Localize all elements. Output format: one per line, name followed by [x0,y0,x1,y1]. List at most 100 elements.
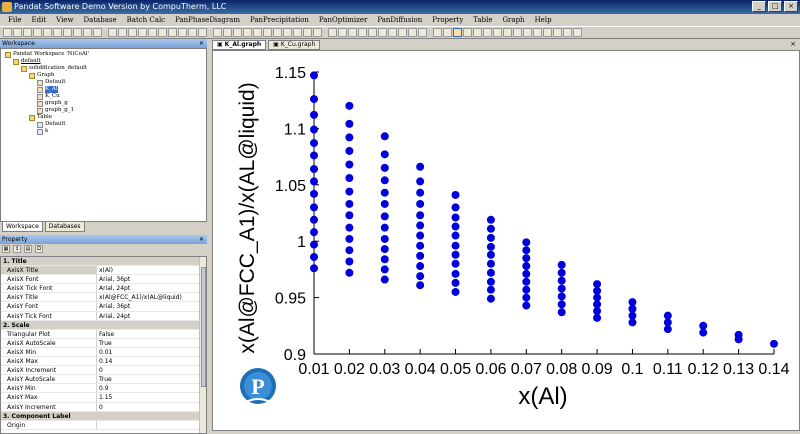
toolbar-button[interactable] [463,28,472,37]
toolbar-button[interactable] [263,28,272,37]
tree-item[interactable]: default [13,58,41,65]
menu-pandiffusion[interactable]: PanDiffusion [372,14,427,26]
toolbar-button[interactable] [398,28,407,37]
toolbar-button[interactable] [293,28,302,37]
toolbar-button[interactable] [573,28,582,37]
tree-item[interactable]: K_Al [37,86,58,93]
toolbar-button[interactable] [543,28,552,37]
tree-item[interactable]: Default [37,121,66,128]
tab-workspace[interactable]: Workspace [2,222,43,232]
property-value[interactable]: Arial, 36pt [97,275,206,283]
toolbar-button[interactable] [213,28,222,37]
toolbar-button[interactable] [408,28,417,37]
toolbar-button[interactable] [168,28,177,37]
toolbar-button[interactable] [33,28,42,37]
tab-databases[interactable]: Databases [44,222,85,232]
property-row[interactable]: AxisY Title x(Al@FCC_A1)/x(AL@liquid) [1,293,206,303]
menu-edit[interactable]: Edit [26,14,51,26]
toolbar-button[interactable] [328,28,337,37]
toolbar-button[interactable] [418,28,427,37]
tree-item[interactable]: K_Cu [37,93,60,100]
tree-item[interactable]: Default [37,79,66,86]
property-value[interactable]: Arial, 36pt [97,302,206,310]
toolbar-button[interactable] [303,28,312,37]
toolbar-button[interactable] [433,28,442,37]
property-row[interactable]: AxisY Increment 0 [1,402,206,412]
toolbar-button[interactable] [53,28,62,37]
property-value[interactable]: 0.9 [97,384,206,392]
toolbar-button[interactable] [358,28,367,37]
toolbar-button[interactable] [93,28,102,37]
toolbar-button[interactable] [313,28,322,37]
property-row[interactable]: AxisX Max 0.14 [1,357,206,367]
toolbar-button[interactable] [533,28,542,37]
toolbar-button[interactable] [503,28,512,37]
property-row[interactable]: AxisY Min 0.9 [1,384,206,394]
toolbar-button[interactable] [443,28,452,37]
property-value[interactable]: 1.15 [97,393,206,401]
toolbar-button[interactable] [188,28,197,37]
property-row[interactable]: AxisY AutoScale True [1,375,206,385]
toolbar-button[interactable] [553,28,562,37]
property-row[interactable]: AxisX Title x(Al) [1,266,206,276]
tree-item[interactable]: Graph [29,72,54,79]
close-document-icon[interactable]: × [790,40,796,48]
property-row[interactable]: Triangular Plot False [1,329,206,339]
tab-k-cu-graph[interactable]: ▣ K_Cu.graph [268,40,321,50]
property-value[interactable]: x(Al@FCC_A1)/x(AL@liquid) [97,293,206,301]
property-value[interactable]: 0.01 [97,348,206,356]
toolbar-button[interactable] [178,28,187,37]
pin-icon[interactable]: ✕ [199,235,204,244]
toolbar-button[interactable] [138,28,147,37]
toolbar-button[interactable] [348,28,357,37]
toolbar-button[interactable] [513,28,522,37]
toolbar-button[interactable] [243,28,252,37]
property-row[interactable]: AxisY Tick Font Arial, 24pt [1,311,206,321]
maximize-button[interactable]: □ [768,1,782,12]
menu-database[interactable]: Database [78,14,121,26]
toolbar-button[interactable] [118,28,127,37]
tab-k-al-graph[interactable]: ▣ K_Al.graph [212,40,267,50]
toolbar-button[interactable] [43,28,52,37]
property-value[interactable] [97,421,206,429]
property-value[interactable]: Arial, 24pt [97,284,206,292]
toolbar-button[interactable] [388,28,397,37]
menu-view[interactable]: View [51,14,78,26]
menu-file[interactable]: File [3,14,26,26]
menu-property[interactable]: Property [427,14,468,26]
toolbar-button[interactable] [338,28,347,37]
menu-batch-calc[interactable]: Batch Calc [122,14,170,26]
toolbar-button[interactable] [13,28,22,37]
tree-item[interactable]: k [37,128,48,135]
tree-item[interactable]: graph_g_1 [37,107,74,114]
sort-az-icon[interactable]: ↕ [13,245,21,253]
property-scrollbar[interactable] [199,257,206,433]
property-row[interactable]: AxisY Font Arial, 36pt [1,302,206,312]
menu-table[interactable]: Table [468,14,497,26]
toolbar-button[interactable] [368,28,377,37]
toolbar-button[interactable] [273,28,282,37]
menu-panoptimizer[interactable]: PanOptimizer [314,14,372,26]
property-row[interactable]: AxisX AutoScale True [1,338,206,348]
toolbar-button[interactable] [523,28,532,37]
toolbar-button[interactable] [378,28,387,37]
pages-icon[interactable]: ▤ [24,245,32,253]
omega-icon[interactable]: Ω [35,245,43,253]
property-value[interactable]: 0.14 [97,357,206,365]
property-value[interactable]: Arial, 24pt [97,312,206,320]
property-row[interactable]: AxisY Max 1.15 [1,393,206,403]
minimize-button[interactable]: _ [752,1,766,12]
menu-panprecipitation[interactable]: PanPrecipitation [245,14,314,26]
tree-item[interactable]: graph_g [37,100,68,107]
toolbar-button[interactable] [63,28,72,37]
property-section[interactable]: 3. Component Label [1,411,206,421]
property-value[interactable]: 0 [97,366,206,374]
toolbar-button[interactable] [253,28,262,37]
property-value[interactable]: True [97,339,206,347]
toolbar-button[interactable] [73,28,82,37]
toolbar-button[interactable] [483,28,492,37]
toolbar-button[interactable] [493,28,502,37]
property-row[interactable]: AxisX Tick Font Arial, 24pt [1,284,206,294]
toolbar-button[interactable] [223,28,232,37]
toolbar-button[interactable] [158,28,167,37]
